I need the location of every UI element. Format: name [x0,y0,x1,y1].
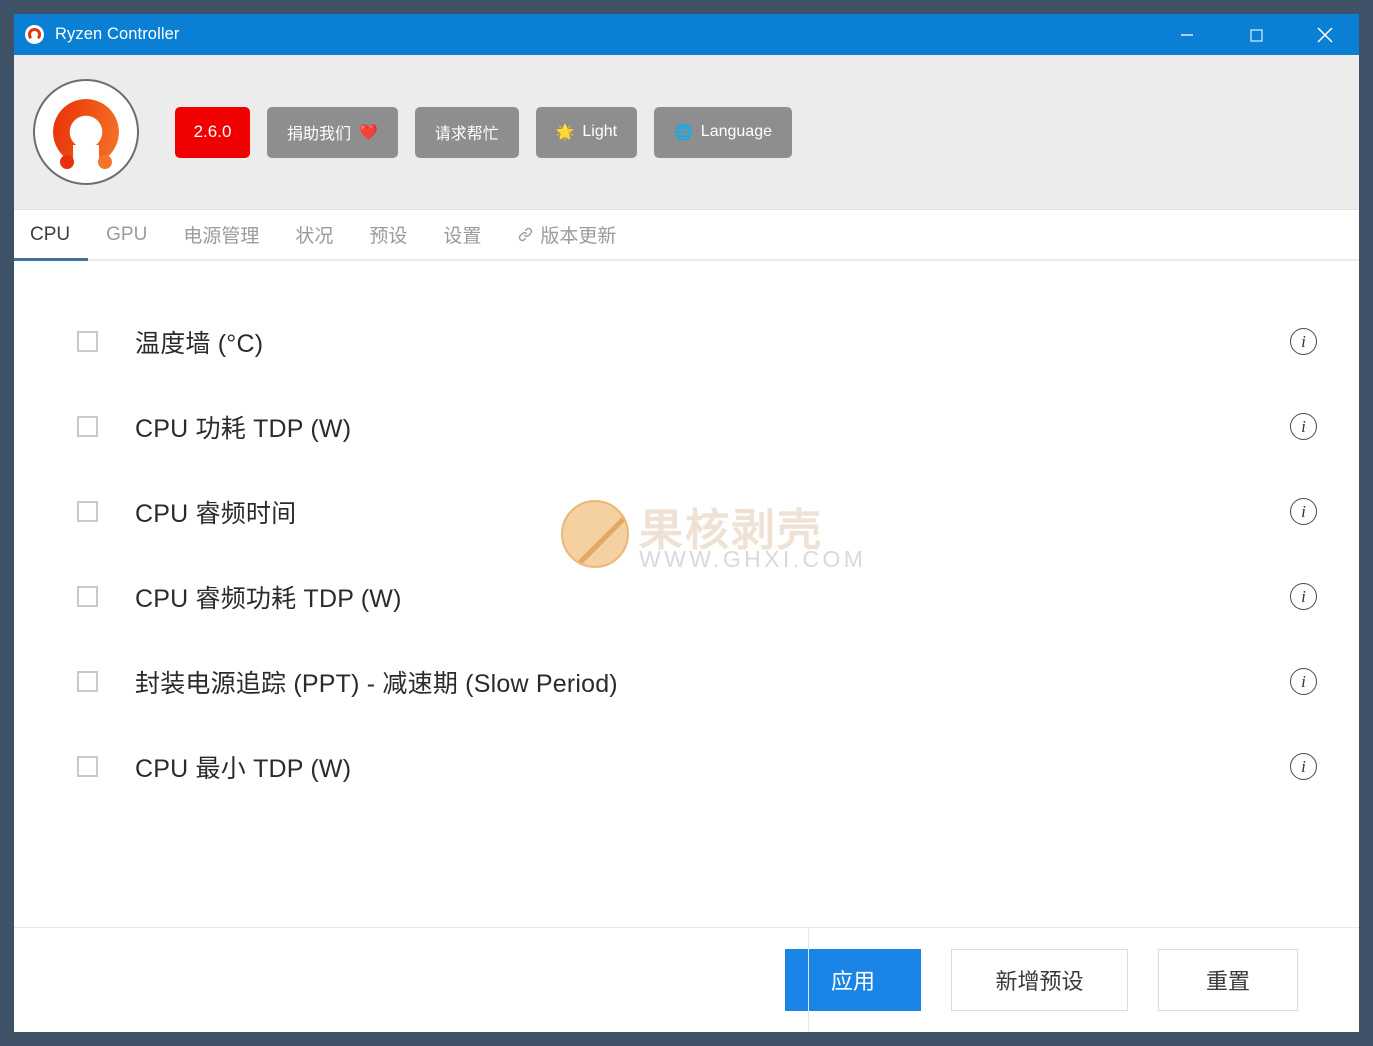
donate-button[interactable]: 捐助我们 ❤️ [267,106,398,158]
title-bar: Ryzen Controller [14,14,1359,55]
checkbox-cpu-boost-tdp[interactable] [77,586,98,607]
heart-icon: ❤️ [359,123,378,141]
app-root: Ryzen Controller 2.6.0 捐助我们 ❤️ 请求帮忙 🌟 Li… [0,0,1373,1046]
tab-gpu-label: GPU [106,223,148,245]
tab-version-update[interactable]: 版本更新 [499,210,634,259]
option-label: CPU 功耗 TDP (W) [135,414,352,443]
minimize-icon [1180,33,1193,36]
donate-button-label: 捐助我们 [287,126,352,143]
close-icon [1316,26,1333,43]
option-row-cpu-boost-time[interactable]: CPU 睿频时间 i [14,469,1359,554]
info-icon[interactable]: i [1290,668,1317,695]
add-preset-button[interactable]: 新增预设 [951,949,1128,1011]
option-row-cpu-boost-tdp[interactable]: CPU 睿频功耗 TDP (W) i [14,554,1359,639]
option-label: CPU 睿频功耗 TDP (W) [135,584,402,613]
tab-settings-label: 设置 [443,226,482,247]
checkbox-cpu-min-tdp[interactable] [77,756,98,777]
option-label: 温度墙 (°C) [135,329,264,358]
app-header: 2.6.0 捐助我们 ❤️ 请求帮忙 🌟 Light 🌐 Language [14,55,1359,210]
tab-status-label: 状况 [295,226,334,247]
option-row-cpu-min-tdp[interactable]: CPU 最小 TDP (W) i [14,724,1359,809]
link-icon [517,226,534,243]
language-button[interactable]: 🌐 Language [654,106,792,158]
tab-presets[interactable]: 预设 [351,210,425,259]
tab-bar: CPU GPU 电源管理 状况 预设 设置 版本更新 [14,210,1359,261]
logo-cap-left [60,155,74,169]
sun-icon: 🌟 [555,123,575,141]
reset-button[interactable]: 重置 [1158,949,1298,1011]
request-help-button[interactable]: 请求帮忙 [414,106,519,158]
language-button-label: Language [700,123,772,140]
action-button-group: 应用 新增预设 重置 [785,949,1298,1011]
option-label: CPU 最小 TDP (W) [135,754,352,783]
header-button-group: 2.6.0 捐助我们 ❤️ 请求帮忙 🌟 Light 🌐 Language [175,106,792,158]
theme-light-button[interactable]: 🌟 Light [535,106,638,158]
action-bar: 应用 新增预设 重置 [14,927,1359,1032]
request-help-button-label: 请求帮忙 [434,126,499,143]
tab-cpu[interactable]: CPU [14,210,89,261]
app-icon [25,25,44,44]
minimize-button[interactable] [1152,14,1221,55]
window-controls [1152,14,1359,55]
ryzen-controller-logo-icon [33,79,139,185]
maximize-icon [1249,28,1263,42]
info-icon[interactable]: i [1290,498,1317,525]
option-row-temperature-limit[interactable]: 温度墙 (°C) i [14,299,1359,384]
version-badge: 2.6.0 [175,106,250,158]
close-button[interactable] [1290,14,1359,55]
info-icon[interactable]: i [1290,753,1317,780]
checkbox-cpu-boost-time[interactable] [77,501,98,522]
tab-cpu-label: CPU [30,223,71,245]
checkbox-cpu-tdp[interactable] [77,416,98,437]
tab-power-management-label: 电源管理 [183,226,260,247]
option-label: 封装电源追踪 (PPT) - 减速期 (Slow Period) [135,669,618,698]
tab-status[interactable]: 状况 [277,210,351,259]
tab-gpu[interactable]: GPU [88,210,165,259]
application-window: Ryzen Controller 2.6.0 捐助我们 ❤️ 请求帮忙 🌟 Li… [14,14,1359,1032]
info-icon[interactable]: i [1290,583,1317,610]
tab-presets-label: 预设 [369,226,408,247]
checkbox-ppt-slow-period[interactable] [77,671,98,692]
globe-icon: 🌐 [674,123,693,141]
cpu-option-list: 温度墙 (°C) i CPU 功耗 TDP (W) i CPU 睿频时间 i C… [14,261,1359,809]
logo-notch [73,145,99,167]
apply-button[interactable]: 应用 [785,949,921,1011]
option-label: CPU 睿频时间 [135,499,297,528]
tab-content-cpu: 温度墙 (°C) i CPU 功耗 TDP (W) i CPU 睿频时间 i C… [14,261,1359,927]
window-title: Ryzen Controller [55,25,180,43]
option-row-ppt-slow-period[interactable]: 封装电源追踪 (PPT) - 减速期 (Slow Period) i [14,639,1359,724]
checkbox-temperature-limit[interactable] [77,331,98,352]
logo-cap-right [98,155,112,169]
info-icon[interactable]: i [1290,413,1317,440]
tab-version-update-label: 版本更新 [540,226,617,247]
option-row-cpu-tdp[interactable]: CPU 功耗 TDP (W) i [14,384,1359,469]
theme-light-button-label: Light [582,123,618,140]
tab-power-management[interactable]: 电源管理 [165,210,277,259]
info-icon[interactable]: i [1290,328,1317,355]
maximize-button[interactable] [1221,14,1290,55]
tab-settings[interactable]: 设置 [425,210,499,259]
